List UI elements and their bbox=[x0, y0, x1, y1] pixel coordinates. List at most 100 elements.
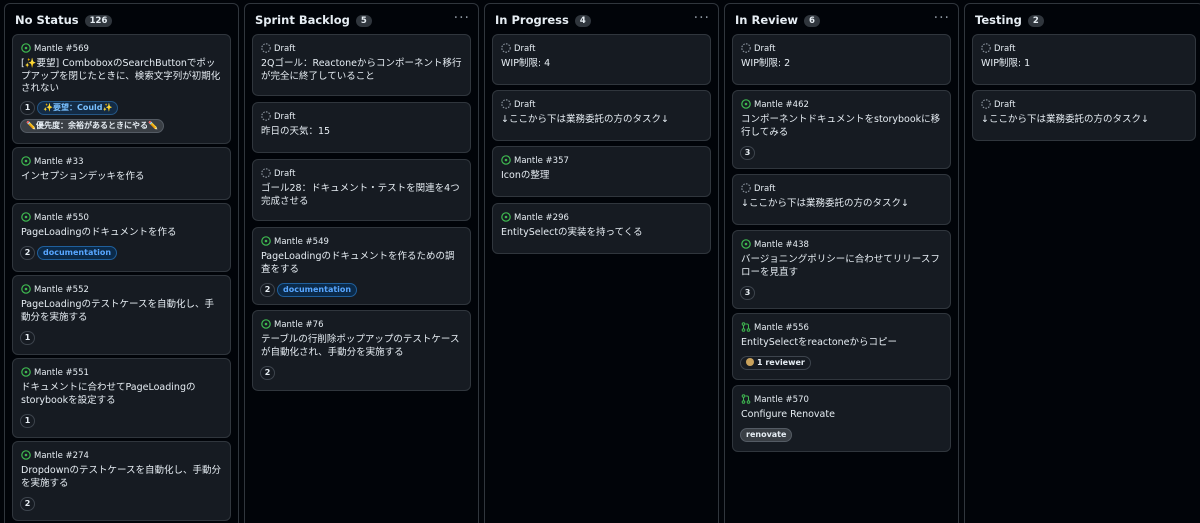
open-issue-icon bbox=[741, 99, 751, 109]
card-title[interactable]: Dropdownのテストケースを自動化し、手動分を実施する bbox=[21, 465, 222, 490]
label-could[interactable]: ✨要望：Could✨ bbox=[37, 101, 119, 115]
card-badges: 3 bbox=[740, 146, 944, 160]
card-title[interactable]: Configure Renovate bbox=[741, 409, 942, 422]
card[interactable]: Mantle #76 テーブルの行削除ポップアップのテストケースが自動化され、手… bbox=[252, 310, 471, 391]
card-meta: Draft bbox=[261, 168, 295, 180]
card[interactable]: Mantle #551 ドキュメントに合わせてPageLoadingのstory… bbox=[12, 358, 231, 438]
column-header: In Progress 4 ··· bbox=[485, 4, 718, 36]
card-meta: Mantle #296 bbox=[501, 212, 569, 224]
column-count-badge: 4 bbox=[574, 15, 591, 27]
card-meta: Draft bbox=[981, 43, 1015, 55]
card-title[interactable]: EntitySelectをreactoneからコピー bbox=[741, 337, 942, 350]
card[interactable]: Mantle #438 バージョニングポリシーに合わせてリリースフローを見直す … bbox=[732, 230, 951, 309]
card-meta: Mantle #556 bbox=[741, 322, 809, 334]
card-meta: Draft bbox=[981, 99, 1015, 111]
card[interactable]: Draft ↓ここから下は業務委託の方のタスク↓ bbox=[732, 174, 951, 225]
open-issue-icon bbox=[741, 239, 751, 249]
card[interactable]: Draft ↓ここから下は業務委託の方のタスク↓ bbox=[492, 90, 711, 141]
draft-icon bbox=[501, 99, 511, 109]
column-menu-button[interactable]: ··· bbox=[694, 10, 710, 26]
card[interactable]: Draft 2Qゴール：Reactoneからコンポーネント移行が完全に終了してい… bbox=[252, 34, 471, 96]
column-menu-button[interactable]: ··· bbox=[934, 10, 950, 26]
column-title: In Progress 4 bbox=[495, 13, 591, 27]
card-meta: Mantle #357 bbox=[501, 155, 569, 167]
card[interactable]: Draft ↓ここから下は業務委託の方のタスク↓ bbox=[972, 90, 1196, 141]
card[interactable]: Mantle #462 コンポーネントドキュメントをstorybookに移行して… bbox=[732, 90, 951, 169]
card-meta: Draft bbox=[501, 43, 535, 55]
card[interactable]: Mantle #552 PageLoadingのテストケースを自動化し、手動分を… bbox=[12, 275, 231, 355]
card-meta: Mantle #33 bbox=[21, 156, 84, 168]
card-title[interactable]: [✨要望] ComboboxのSearchButtonでポップアップを閉じたとき… bbox=[21, 58, 222, 96]
card-title[interactable]: PageLoadingのドキュメントを作るための調査をする bbox=[261, 251, 462, 276]
draft-icon bbox=[261, 111, 271, 121]
open-issue-icon bbox=[261, 319, 271, 329]
card-title[interactable]: ゴール28：ドキュメント・テストを関連を4つ完成させる bbox=[261, 183, 462, 208]
card-title[interactable]: Iconの整理 bbox=[501, 170, 702, 183]
card[interactable]: Mantle #33 インセプションデッキを作る bbox=[12, 147, 231, 200]
draft-icon bbox=[981, 43, 991, 53]
card-title[interactable]: ↓ここから下は業務委託の方のタスク↓ bbox=[981, 114, 1187, 127]
column-in-progress: In Progress 4 ··· Draft WIP制限: 4 Draft ↓こ… bbox=[484, 3, 719, 523]
card[interactable]: Mantle #549 PageLoadingのドキュメントを作るための調査をす… bbox=[252, 227, 471, 305]
sub-issue-count-badge: 2 bbox=[20, 246, 35, 260]
reviewer-badge[interactable]: 1 reviewer bbox=[740, 356, 811, 370]
card-title[interactable]: 昨日の天気：15 bbox=[261, 126, 462, 139]
card-meta: Mantle #549 bbox=[261, 236, 329, 248]
card[interactable]: Mantle #274 Dropdownのテストケースを自動化し、手動分を実施す… bbox=[12, 441, 231, 521]
column-menu-button[interactable]: ··· bbox=[454, 10, 470, 26]
draft-icon bbox=[741, 183, 751, 193]
card[interactable]: Mantle #570 Configure Renovate renovate bbox=[732, 385, 951, 452]
draft-icon bbox=[501, 43, 511, 53]
card[interactable]: Draft WIP制限: 4 bbox=[492, 34, 711, 85]
card-title[interactable]: バージョニングポリシーに合わせてリリースフローを見直す bbox=[741, 254, 942, 279]
card[interactable]: Mantle #296 EntitySelectの実装を持ってくる bbox=[492, 203, 711, 254]
label-documentation[interactable]: documentation bbox=[277, 283, 358, 297]
draft-icon bbox=[741, 43, 751, 53]
card-title[interactable]: ↓ここから下は業務委託の方のタスク↓ bbox=[501, 114, 702, 127]
card-badges: 2 bbox=[20, 497, 224, 511]
column-testing: Testing 2 Draft WIP制限: 1 Draft ↓ここから下は業務委… bbox=[964, 3, 1200, 523]
card[interactable]: Mantle #550 PageLoadingのドキュメントを作る 2 docum… bbox=[12, 203, 231, 272]
card-title[interactable]: ドキュメントに合わせてPageLoadingのstorybookを設定する bbox=[21, 382, 222, 407]
card[interactable]: Mantle #556 EntitySelectをreactoneからコピー 1… bbox=[732, 313, 951, 380]
draft-icon bbox=[261, 168, 271, 178]
sub-issue-count-badge: 1 bbox=[20, 331, 35, 345]
card-meta: Mantle #462 bbox=[741, 99, 809, 111]
label-priority[interactable]: ✏️優先度：余裕があるときにやる✏️ bbox=[20, 119, 164, 133]
avatar bbox=[746, 358, 754, 366]
column-header: In Review 6 ··· bbox=[725, 4, 958, 36]
card-title[interactable]: 2Qゴール：Reactoneからコンポーネント移行が完全に終了していること bbox=[261, 58, 462, 83]
column-header: No Status 126 bbox=[5, 4, 238, 36]
label-renovate[interactable]: renovate bbox=[740, 428, 793, 442]
draft-icon bbox=[981, 99, 991, 109]
card-title[interactable]: ↓ここから下は業務委託の方のタスク↓ bbox=[741, 198, 942, 211]
card[interactable]: Mantle #357 Iconの整理 bbox=[492, 146, 711, 197]
card-title[interactable]: テーブルの行削除ポップアップのテストケースが自動化され、手動分を実施する bbox=[261, 334, 462, 359]
card[interactable]: Draft WIP制限: 1 bbox=[972, 34, 1196, 85]
card-title[interactable]: WIP制限: 1 bbox=[981, 58, 1187, 71]
sub-issue-count-badge: 3 bbox=[740, 286, 755, 300]
card-title[interactable]: PageLoadingのテストケースを自動化し、手動分を実施する bbox=[21, 299, 222, 324]
card-title[interactable]: コンポーネントドキュメントをstorybookに移行してみる bbox=[741, 114, 942, 139]
card-title[interactable]: PageLoadingのドキュメントを作る bbox=[21, 227, 222, 240]
card[interactable]: Draft WIP制限: 2 bbox=[732, 34, 951, 85]
open-issue-icon bbox=[21, 43, 31, 53]
card-badges: renovate bbox=[740, 428, 944, 442]
card-meta: Mantle #570 bbox=[741, 394, 809, 406]
card-badges: 1 ✨要望：Could✨ bbox=[20, 101, 224, 115]
card-meta: Draft bbox=[501, 99, 535, 111]
label-documentation[interactable]: documentation bbox=[37, 246, 118, 260]
card-title[interactable]: EntitySelectの実装を持ってくる bbox=[501, 227, 702, 240]
card-meta: Draft bbox=[741, 183, 775, 195]
column-title: In Review 6 bbox=[735, 13, 820, 27]
sub-issue-count-badge: 3 bbox=[740, 146, 755, 160]
card[interactable]: Mantle #569 [✨要望] ComboboxのSearchButtonで… bbox=[12, 34, 231, 144]
pull-request-icon bbox=[741, 394, 751, 404]
card-title[interactable]: WIP制限: 2 bbox=[741, 58, 942, 71]
card-title[interactable]: WIP制限: 4 bbox=[501, 58, 702, 71]
card[interactable]: Draft ゴール28：ドキュメント・テストを関連を4つ完成させる bbox=[252, 159, 471, 221]
card-meta: Mantle #438 bbox=[741, 239, 809, 251]
card[interactable]: Draft 昨日の天気：15 bbox=[252, 102, 471, 153]
card-title[interactable]: インセプションデッキを作る bbox=[21, 171, 222, 184]
card-badges: 3 bbox=[740, 286, 944, 300]
